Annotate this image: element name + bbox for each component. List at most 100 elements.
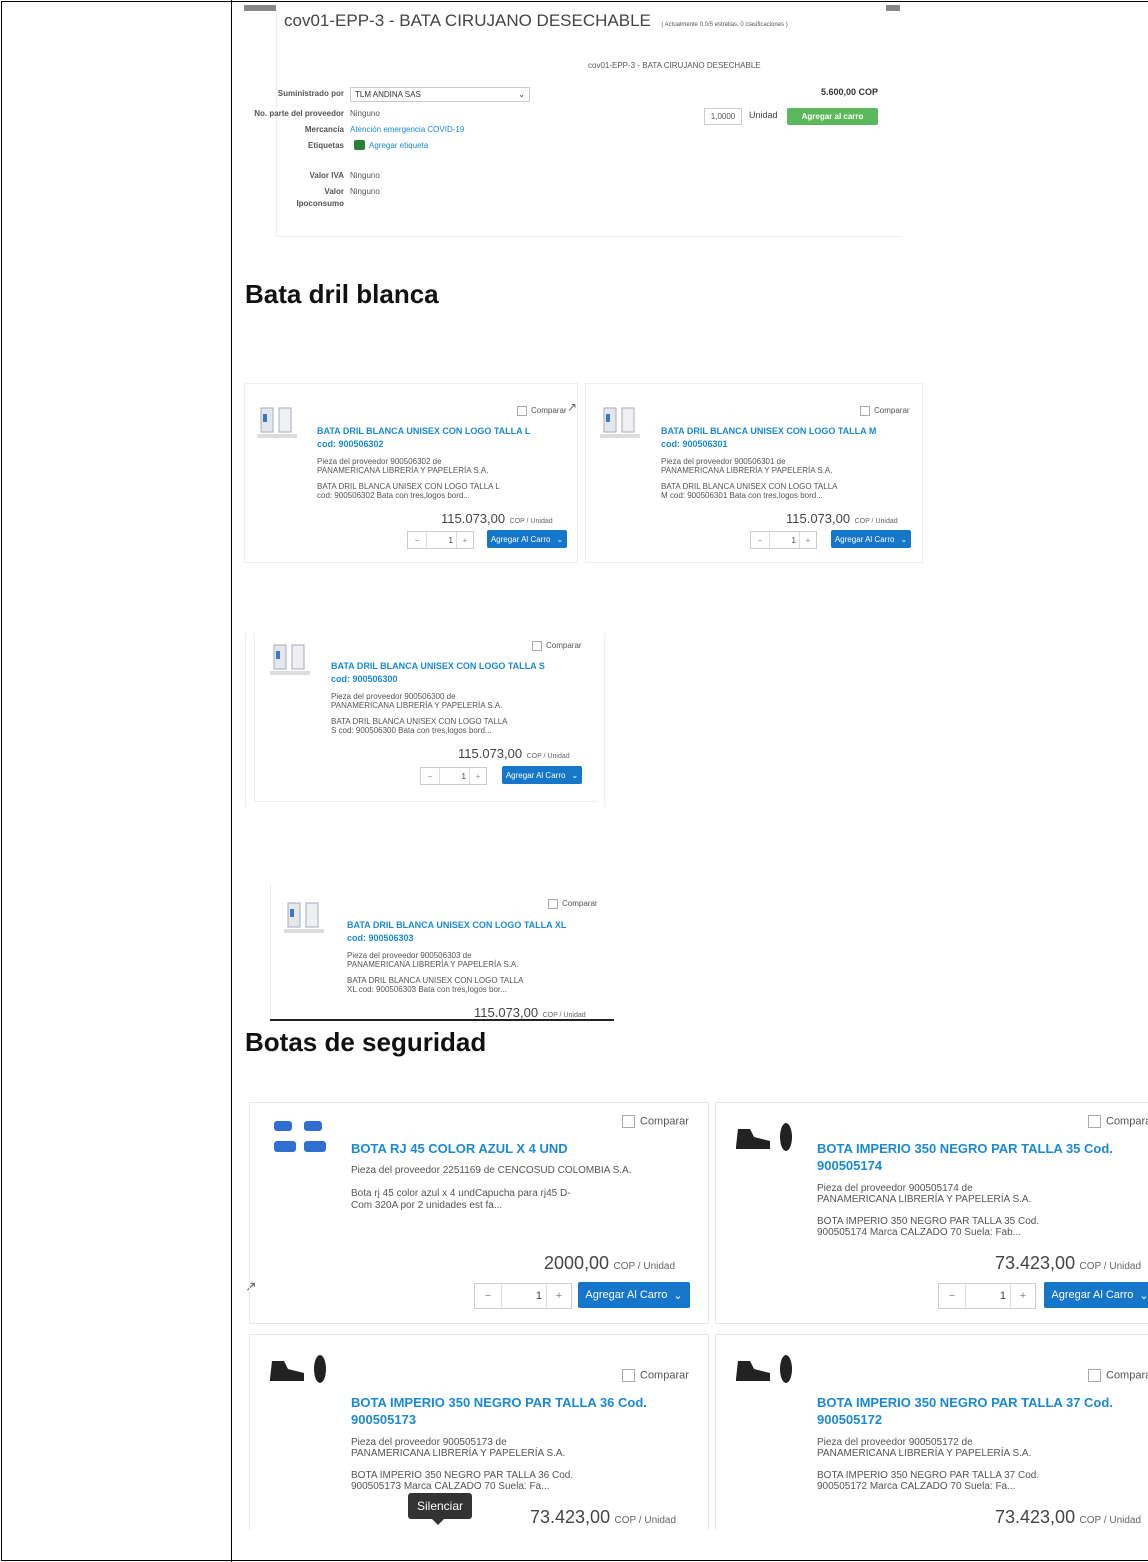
chevron-down-icon: ⌄: [556, 534, 564, 544]
compare-checkbox[interactable]: [1088, 1369, 1101, 1382]
mute-tooltip: Silenciar: [408, 1493, 473, 1525]
iva-label: Valor IVA: [309, 171, 344, 180]
ipo-label-1: Valor: [324, 187, 344, 196]
product-code: cod: 900506300: [331, 674, 398, 684]
add-to-cart-button[interactable]: Agregar Al Carro ⌄: [487, 530, 567, 548]
compare-checkbox[interactable]: [548, 899, 558, 909]
plus-button[interactable]: +: [456, 532, 473, 548]
card-inner-border: [254, 633, 255, 801]
quantity-value: 1: [535, 1290, 542, 1302]
supplier-line-1: Pieza del proveedor 900506302 de: [317, 457, 442, 466]
product-title-line-2[interactable]: 900505174: [817, 1158, 882, 1173]
quantity-stepper[interactable]: − 1 +: [938, 1283, 1036, 1309]
add-to-cart-button[interactable]: Agregar Al Carro ⌄: [578, 1282, 690, 1308]
compare-label: Comparar: [562, 899, 598, 909]
plus-button[interactable]: +: [1010, 1284, 1035, 1308]
supplier-line-2: PANAMERICANA LIBRERÍA Y PAPELERÍA S.A.: [351, 1448, 566, 1459]
compare-checkbox[interactable]: [622, 1369, 635, 1382]
plus-button[interactable]: +: [799, 532, 816, 548]
card-left-border: [270, 883, 271, 1021]
product-title[interactable]: BATA DRIL BLANCA UNISEX CON LOGO TALLA M: [661, 426, 876, 436]
product-title[interactable]: BATA DRIL BLANCA UNISEX CON LOGO TALLA X…: [347, 920, 566, 930]
unit-label: Unidad: [749, 110, 778, 120]
supplier-line-2: PANAMERICANA LIBRERÍA Y PAPELERÍA S.A.: [817, 1194, 1032, 1205]
product-card: Comparar ↗ BATA DRIL BLANCA UNISEX CON L…: [244, 383, 578, 563]
cursor-arrow-icon: ↗: [567, 400, 578, 414]
supplier-select[interactable]: TLM ANDINA SAS ⌄: [350, 87, 530, 102]
add-to-cart-button[interactable]: Agregar al carro: [787, 108, 878, 125]
product-thumbnail: [734, 1353, 798, 1385]
compare-label: Comparar: [1106, 1115, 1148, 1128]
desc-line-1: BOTA IMPERIO 350 NEGRO PAR TALLA 35 Cod.: [817, 1216, 1040, 1227]
card-bottom-border: [254, 801, 598, 802]
supplier-line-2: PANAMERICANA LIBRERÍA Y PAPELERÍA S.A.: [661, 466, 833, 475]
supplier-line-2: PANAMERICANA LIBRERÍA Y PAPELERÍA S.A.: [817, 1448, 1032, 1459]
desc-line-2: cod: 900506302 Bata con tres,logos bord.…: [317, 491, 470, 500]
quantity-stepper[interactable]: − 1 +: [474, 1283, 572, 1309]
rating-text: ( Actualmente 0.0/5 estrellas. 0 clasifi…: [661, 22, 788, 28]
desc-line-1: BATA DRIL BLANCA UNISEX CON LOGO TALLA: [331, 717, 508, 726]
quantity-stepper[interactable]: − 1 +: [750, 531, 817, 549]
desc-line-2: 900505172 Marca CALZADO 70 Suela: Fa...: [817, 1481, 1016, 1492]
compare-checkbox[interactable]: [517, 406, 527, 416]
product-thumbnail: [600, 404, 640, 440]
product-thumbnail: [257, 404, 297, 440]
product-title[interactable]: BATA DRIL BLANCA UNISEX CON LOGO TALLA S: [331, 661, 545, 671]
product-code: cod: 900506303: [347, 933, 414, 943]
product-title-line-2[interactable]: 900505172: [817, 1412, 882, 1427]
product-card: Comparar BATA DRIL BLANCA UNISEX CON LOG…: [270, 883, 614, 1021]
supplier-line-1: Pieza del proveedor 2251169 de CENCOSUD …: [351, 1165, 632, 1176]
price-value: 115.073,00: [786, 511, 851, 526]
compare-checkbox[interactable]: [622, 1115, 635, 1128]
add-to-cart-label: Agregar Al Carro: [505, 770, 566, 780]
quantity-value: 1: [448, 535, 453, 545]
panel-right-tab: [886, 5, 900, 11]
minus-button[interactable]: −: [939, 1284, 966, 1308]
product-title[interactable]: BATA DRIL BLANCA UNISEX CON LOGO TALLA L: [317, 426, 530, 436]
quantity-stepper[interactable]: − 1 +: [420, 767, 487, 785]
minus-button[interactable]: −: [421, 768, 440, 784]
plus-button[interactable]: +: [546, 1284, 571, 1308]
product-title[interactable]: BOTA IMPERIO 350 NEGRO PAR TALLA 35 Cod.: [817, 1141, 1113, 1156]
part-value: Ninguno: [350, 109, 380, 118]
compare-checkbox[interactable]: [1088, 1115, 1101, 1128]
add-tag-link[interactable]: Agregar etiqueta: [369, 141, 428, 150]
chevron-down-icon: ⌄: [673, 1289, 683, 1302]
add-to-cart-label: Agregar Al Carro: [490, 534, 551, 544]
quantity-value: 1: [461, 771, 466, 781]
product-title[interactable]: BOTA IMPERIO 350 NEGRO PAR TALLA 36 Cod.: [351, 1395, 647, 1410]
product-thumbnail: [734, 1121, 798, 1153]
price-value: 73.423,00: [530, 1507, 611, 1527]
price-unit: COP / Unidad: [613, 1261, 676, 1272]
compare-checkbox[interactable]: [860, 406, 870, 416]
product-title-line-2[interactable]: 900505173: [351, 1412, 416, 1427]
goods-link[interactable]: Atención emergencia COVID-19: [350, 125, 464, 134]
quantity-stepper[interactable]: − 1 +: [407, 531, 474, 549]
product-title[interactable]: BOTA IMPERIO 350 NEGRO PAR TALLA 37 Cod.: [817, 1395, 1113, 1410]
desc-line-2: XL cod: 900506303 Bata con tres,logos bo…: [347, 985, 507, 994]
quantity-input[interactable]: 1,0000: [704, 108, 742, 125]
minus-button[interactable]: −: [475, 1284, 502, 1308]
product-card: Comparar BOTA RJ 45 COLOR AZUL X 4 UND P…: [249, 1102, 709, 1324]
plus-button[interactable]: +: [469, 768, 486, 784]
price-unit: COP / Unidad: [526, 753, 570, 760]
price-unit: COP / Unidad: [854, 518, 898, 525]
minus-button[interactable]: −: [751, 532, 770, 548]
chevron-down-icon: ⌄: [571, 770, 579, 780]
supplier-line-2: PANAMERICANA LIBRERÍA Y PAPELERÍA S.A.: [331, 701, 503, 710]
section-heading-botas: Botas de seguridad: [245, 1027, 487, 1057]
chevron-down-icon: ⌄: [1139, 1289, 1148, 1302]
desc-line-1: BATA DRIL BLANCA UNISEX CON LOGO TALLA L: [317, 482, 500, 491]
add-to-cart-button[interactable]: Agregar Al Carro ⌄: [1044, 1282, 1148, 1308]
add-to-cart-button[interactable]: Agregar Al Carro ⌄: [502, 766, 582, 784]
supplier-line-1: Pieza del proveedor 900505173 de: [351, 1437, 507, 1448]
compare-checkbox[interactable]: [532, 641, 542, 651]
price-unit: COP / Unidad: [614, 1515, 677, 1526]
add-to-cart-button[interactable]: Agregar Al Carro ⌄: [831, 530, 911, 548]
supplied-label: Suministrado por: [277, 89, 344, 98]
supplier-line-1: Pieza del proveedor 900506301 de: [661, 457, 786, 466]
product-title[interactable]: BOTA RJ 45 COLOR AZUL X 4 UND: [351, 1141, 568, 1156]
quantity-value: 1,0000: [710, 112, 736, 121]
product-card: Comparar BOTA IMPERIO 350 NEGRO PAR TALL…: [715, 1102, 1148, 1324]
minus-button[interactable]: −: [408, 532, 427, 548]
